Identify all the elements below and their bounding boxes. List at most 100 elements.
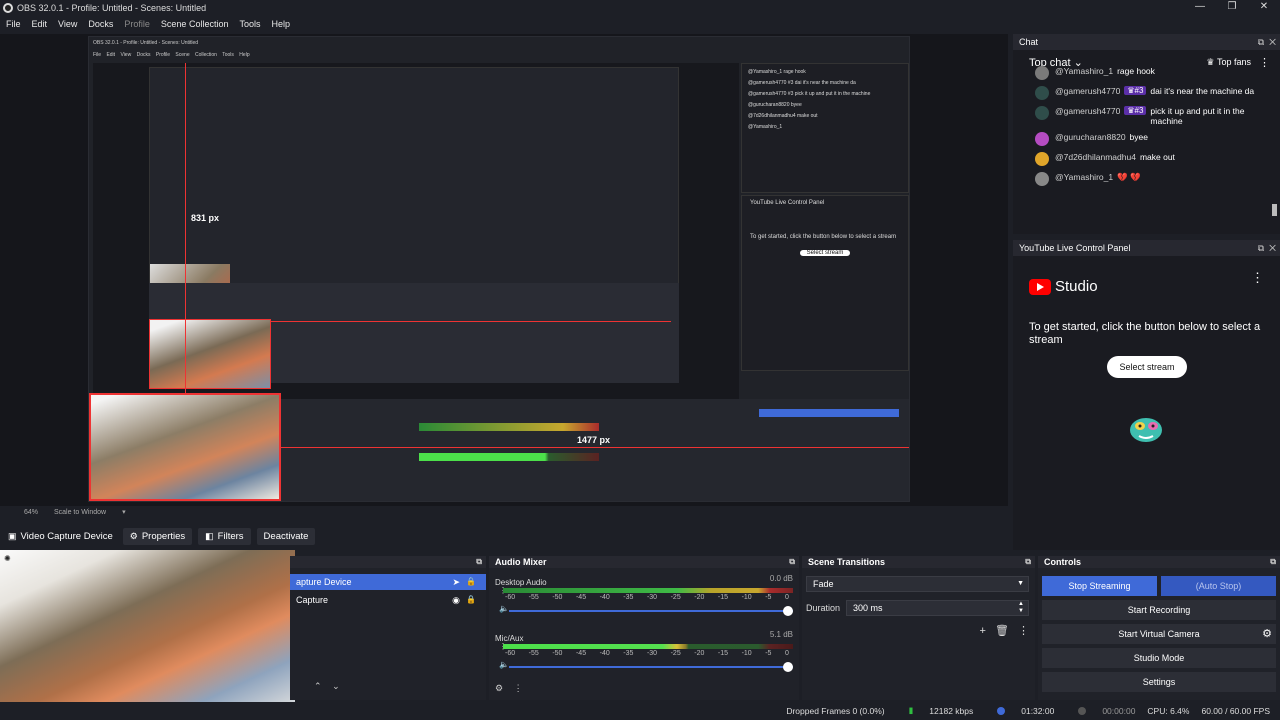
- more-icon[interactable]: ⋮: [1259, 56, 1270, 69]
- dock-float-icon[interactable]: ⧉: [1270, 556, 1276, 568]
- chat-message: @gurucharan8820 byee: [1035, 132, 1262, 146]
- virtual-camera-label: Start Virtual Camera: [1118, 629, 1200, 639]
- dock-float-icon[interactable]: ⧉: [476, 556, 482, 568]
- more-icon[interactable]: ⋮: [514, 683, 523, 693]
- avatar: [1035, 106, 1049, 120]
- px-label-height: 1477 px: [577, 435, 611, 445]
- chevron-down-icon[interactable]: ▾: [122, 509, 126, 516]
- chevron-down-icon: ▼: [1017, 580, 1024, 587]
- obs-logo-icon: [3, 3, 13, 13]
- gear-icon: ⚙: [129, 530, 138, 541]
- more-icon[interactable]: ⋮: [1251, 270, 1264, 286]
- properties-label: Properties: [141, 530, 186, 542]
- chat-user: @Yamashiro_1: [1055, 172, 1114, 182]
- menu-profile[interactable]: Profile: [124, 19, 150, 29]
- scale-mode[interactable]: Scale to Window: [54, 509, 106, 516]
- source-item-label: Capture: [296, 595, 329, 605]
- bitrate-value: 12182 kbps: [929, 705, 974, 716]
- record-status-icon: [1078, 706, 1087, 715]
- source-item[interactable]: Capture ◉ 🔒: [290, 592, 486, 608]
- nested-preview: 831 px: [93, 63, 739, 399]
- chat-user: @gamerush4770: [1055, 86, 1121, 96]
- nested-chat-line: @gurucharan8820 byee: [748, 102, 802, 108]
- nested-yt-message: To get started, click the button below t…: [750, 234, 897, 240]
- dropped-frames: Dropped Frames 0 (0.0%): [786, 705, 885, 716]
- more-icon[interactable]: ⋮: [1018, 625, 1029, 637]
- lock-icon[interactable]: 🔒: [466, 574, 476, 590]
- volume-meter: [503, 588, 793, 593]
- properties-button[interactable]: ⚙ Properties: [122, 527, 193, 545]
- menu-help[interactable]: Help: [271, 19, 290, 29]
- gear-icon[interactable]: ⚙: [1262, 624, 1272, 644]
- chat-dock-header: Chat ⧉ ✕: [1013, 34, 1280, 50]
- status-stats: Dropped Frames 0 (0.0%) ▮ 12182 kbps 01:3…: [774, 705, 1270, 716]
- chat-messages: @Yamashiro_1 rage hook @gamerush4770 ♛#3…: [1013, 66, 1280, 186]
- dock-float-icon[interactable]: ⧉: [1025, 556, 1031, 568]
- top-fans-button[interactable]: ♛ Top fans ⋮: [1206, 56, 1270, 69]
- deactivate-button[interactable]: Deactivate: [256, 527, 316, 545]
- cursor-icon: ➤: [452, 577, 460, 587]
- chevron-up-icon[interactable]: ⌃: [314, 681, 322, 691]
- chat-dock-title: Chat: [1019, 37, 1039, 47]
- menu-tools[interactable]: Tools: [239, 19, 260, 29]
- chat-text: make out: [1139, 152, 1175, 162]
- restore-icon[interactable]: ❐: [1216, 0, 1248, 16]
- zoom-level[interactable]: 64%: [24, 509, 38, 516]
- tick-label: -40: [599, 594, 610, 601]
- chat-message: @gamerush4770 ♛#3 pick it up and put it …: [1035, 106, 1262, 126]
- chat-dock: Chat ⧉ ✕ Top chat ⌄ ♛ Top fans ⋮ @Yamash…: [1013, 34, 1280, 234]
- status-bar: Dropped Frames 0 (0.0%) ▮ 12182 kbps 01:3…: [0, 702, 1280, 720]
- nested-title: OBS 32.0.1 - Profile: Untitled - Scenes:…: [93, 40, 199, 46]
- dock-buttons[interactable]: ⧉ ✕: [1258, 34, 1276, 50]
- dock-buttons[interactable]: ⧉ ✕: [1258, 240, 1276, 256]
- mixer-title: Audio Mixer: [495, 557, 547, 567]
- close-icon[interactable]: ✕: [1248, 0, 1280, 16]
- select-stream-button[interactable]: Select stream: [1107, 356, 1187, 378]
- tick-label: -60: [505, 650, 516, 657]
- filters-button[interactable]: ◧ Filters: [198, 527, 251, 545]
- slider-knob[interactable]: [783, 606, 793, 616]
- eye-icon[interactable]: ◉: [452, 592, 460, 608]
- volume-slider[interactable]: [509, 606, 793, 616]
- tick-label: -10: [741, 650, 752, 657]
- controls-header: Controls ⧉: [1038, 556, 1280, 568]
- stop-streaming-button[interactable]: Stop Streaming: [1042, 576, 1157, 596]
- chat-scrollbar[interactable]: [1272, 204, 1277, 216]
- menu-file[interactable]: File: [6, 19, 21, 29]
- source-item[interactable]: apture Device ➤ 🔒: [290, 574, 486, 590]
- speaker-icon[interactable]: 🔈: [499, 604, 509, 613]
- add-icon[interactable]: +: [979, 625, 985, 637]
- duration-input[interactable]: 300 ms ▲ ▼: [846, 600, 1029, 616]
- speaker-icon[interactable]: 🔈: [499, 660, 509, 669]
- minimize-icon[interactable]: —: [1184, 0, 1216, 16]
- menu-scene-collection[interactable]: Scene Collection: [161, 19, 229, 29]
- lock-icon[interactable]: 🔒: [466, 592, 476, 608]
- slider-knob[interactable]: [783, 662, 793, 672]
- mixer-channel: Mic/Aux 5.1 dB ⋮ -60-55-50-45-40-35-30-2…: [489, 630, 799, 682]
- studio-mode-button[interactable]: Studio Mode: [1042, 648, 1276, 668]
- spinner-icon[interactable]: ▲ ▼: [1018, 601, 1024, 615]
- youtube-studio-logo: Studio: [1029, 278, 1280, 295]
- menu-edit[interactable]: Edit: [32, 19, 48, 29]
- nested-chat-dock: @Yamashiro_1 rage hook @gamerush4770 #3 …: [741, 63, 909, 193]
- nested-inner-screenshot: [149, 67, 679, 304]
- gear-icon[interactable]: ⚙: [495, 683, 503, 693]
- menu-docks[interactable]: Docks: [88, 19, 113, 29]
- source-name: Video Capture Device: [20, 530, 113, 542]
- sources-dock: ⧉ apture Device ➤ 🔒 Capture ◉ 🔒 ⌃ ⌄: [290, 556, 486, 700]
- chat-text: byee: [1129, 132, 1148, 142]
- volume-slider[interactable]: [509, 662, 793, 672]
- duration-label: Duration: [806, 603, 841, 613]
- trash-icon[interactable]: 🗑: [995, 625, 1009, 637]
- menu-view[interactable]: View: [58, 19, 77, 29]
- preview-canvas[interactable]: OBS 32.0.1 - Profile: Untitled - Scenes:…: [0, 34, 1008, 506]
- chevron-down-icon[interactable]: ⌄: [332, 681, 340, 691]
- settings-button[interactable]: Settings: [1042, 672, 1276, 692]
- transition-select[interactable]: Fade ▼: [806, 576, 1029, 592]
- auto-stop-button[interactable]: (Auto Stop): [1161, 576, 1276, 596]
- dock-float-icon[interactable]: ⧉: [789, 556, 795, 568]
- nested-chat-line: @gamerush4770 #3 dai it's near the machi…: [748, 80, 856, 86]
- nested-yt-dock: YouTube Live Control Panel To get starte…: [741, 195, 909, 371]
- start-virtual-camera-button[interactable]: Start Virtual Camera ⚙: [1042, 624, 1276, 644]
- start-recording-button[interactable]: Start Recording: [1042, 600, 1276, 620]
